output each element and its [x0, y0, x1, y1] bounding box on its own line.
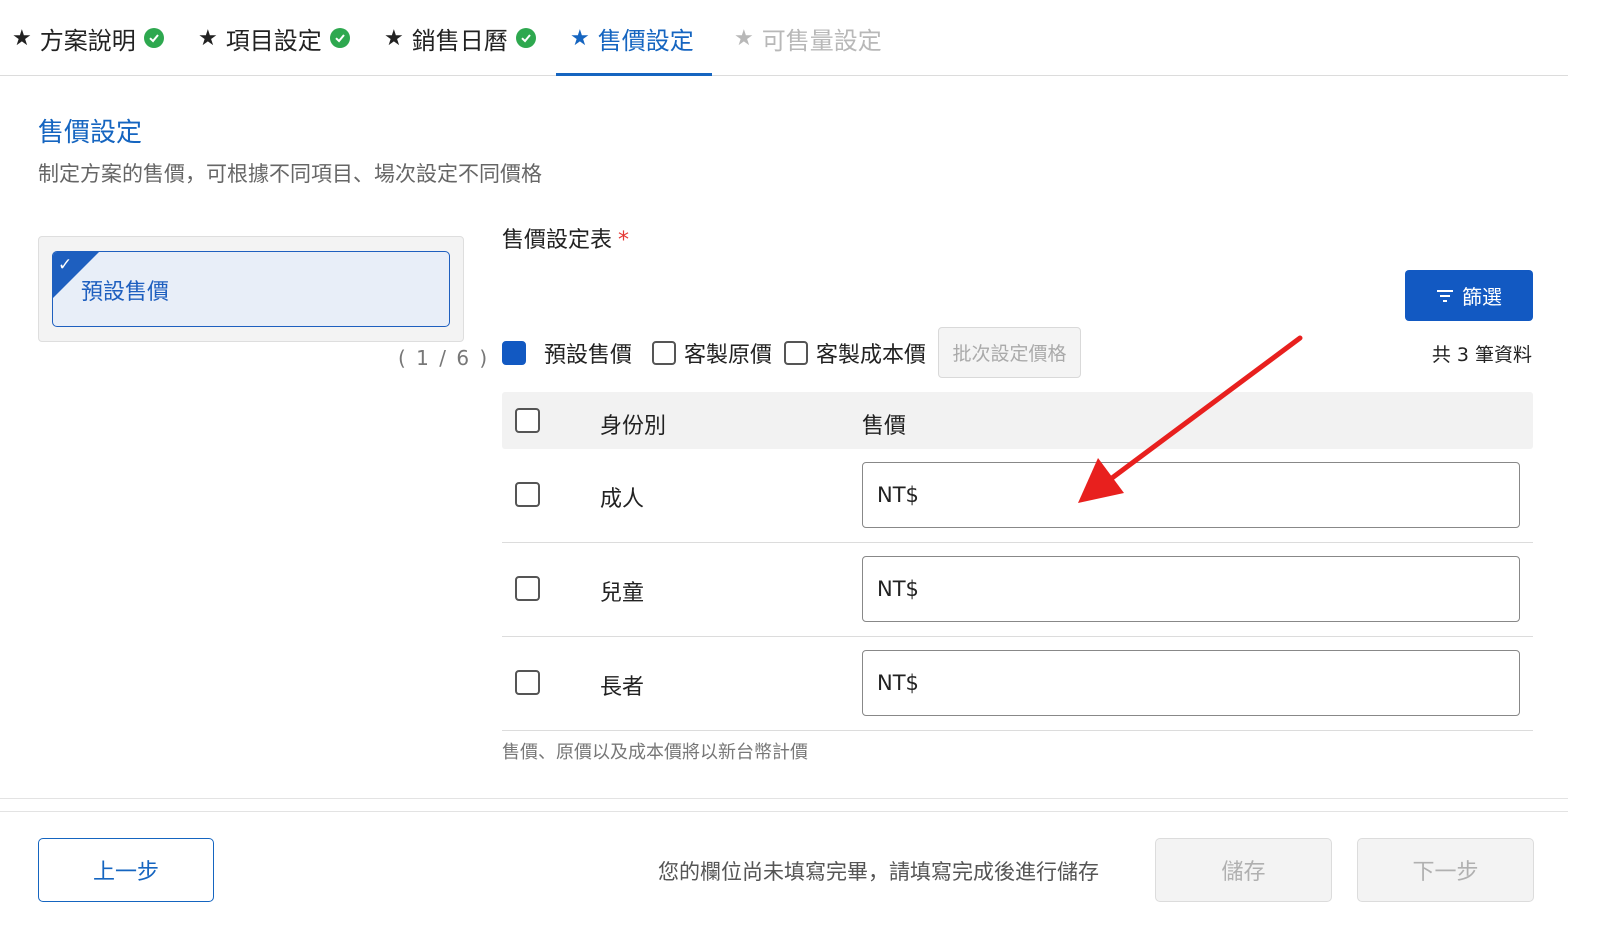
check-circle-icon	[143, 28, 164, 48]
tab-label: 方案說明	[39, 26, 136, 55]
tab-label: 銷售日曆	[411, 26, 508, 55]
table-title-text: 售價設定表	[502, 228, 613, 253]
option-label: 客製成本價	[816, 343, 927, 368]
pager-indicator: ( 1 / 6 )	[398, 346, 490, 370]
previous-step-button[interactable]: 上一步	[38, 838, 214, 902]
row-checkbox[interactable]	[515, 576, 540, 601]
table-header: 身份別 售價	[502, 392, 1533, 449]
filter-button[interactable]: 篩選	[1405, 270, 1533, 321]
star-icon: ★	[734, 25, 754, 51]
tab-sales-calendar[interactable]: ★ 銷售日曆	[384, 0, 536, 76]
option-label: 預設售價	[544, 343, 633, 368]
tab-label: 售價設定	[597, 26, 694, 55]
page-title: 售價設定	[38, 118, 143, 148]
check-circle-icon	[329, 28, 350, 48]
table-title: 售價設定表 *	[502, 222, 629, 254]
star-icon: ★	[570, 25, 590, 51]
required-mark: *	[618, 228, 630, 253]
price-input[interactable]: NT$	[862, 650, 1520, 716]
tab-plan-description[interactable]: ★ 方案說明	[12, 0, 164, 76]
active-tab-underline	[556, 73, 712, 76]
header-price: 售價	[862, 414, 907, 439]
table-row: 長者 NT$	[502, 637, 1533, 731]
checkbox[interactable]	[784, 341, 808, 365]
record-count: 共 3 筆資料	[1431, 344, 1532, 366]
tab-label: 可售量設定	[761, 26, 882, 55]
star-icon: ★	[198, 25, 218, 51]
plan-card-default-price[interactable]: ✓ 預設售價	[52, 251, 450, 327]
price-input[interactable]: NT$	[862, 462, 1520, 528]
batch-set-price-button: 批次設定價格	[938, 327, 1081, 378]
table-row: 成人 NT$	[502, 449, 1533, 543]
next-step-button: 下一步	[1357, 838, 1534, 902]
row-checkbox[interactable]	[515, 670, 540, 695]
star-icon: ★	[12, 25, 32, 51]
currency-note: 售價、原價以及成本價將以新台幣計價	[502, 742, 808, 763]
select-all-checkbox[interactable]	[515, 408, 540, 433]
star-icon: ★	[384, 25, 404, 51]
price-input[interactable]: NT$	[862, 556, 1520, 622]
option-default-price[interactable]: 預設售價	[502, 334, 632, 372]
price-plan-list: ✓ 預設售價	[38, 236, 464, 342]
option-custom-cost-price[interactable]: 客製成本價	[784, 334, 926, 372]
currency-prefix: NT$	[877, 577, 919, 601]
currency-prefix: NT$	[877, 671, 919, 695]
header-identity: 身份別	[600, 414, 667, 439]
incomplete-hint: 您的欄位尚未填寫完畢，請填寫完成後進行儲存	[658, 860, 1099, 884]
currency-prefix: NT$	[877, 483, 919, 507]
table-row: 兒童 NT$	[502, 543, 1533, 637]
filter-icon	[1437, 289, 1453, 302]
tab-label: 項目設定	[225, 26, 322, 55]
row-checkbox[interactable]	[515, 482, 540, 507]
check-icon: ✓	[58, 255, 73, 275]
footer-divider	[0, 798, 1568, 812]
checkbox-checked[interactable]	[502, 341, 526, 365]
page-description: 制定方案的售價，可根據不同項目、場次設定不同價格	[38, 162, 542, 186]
tab-price-settings[interactable]: ★ 售價設定	[556, 0, 712, 76]
option-custom-original-price[interactable]: 客製原價	[652, 334, 772, 372]
plan-card-label: 預設售價	[81, 280, 170, 305]
tab-quantity-settings: ★ 可售量設定	[734, 0, 882, 76]
check-circle-icon	[515, 28, 536, 48]
checkbox[interactable]	[652, 341, 676, 365]
row-identity: 兒童	[600, 581, 645, 606]
step-tabs: ★ 方案說明 ★ 項目設定 ★ 銷售日曆 ★ 售價設定 ★ 可售量設定	[0, 0, 1568, 76]
tab-item-settings[interactable]: ★ 項目設定	[198, 0, 350, 76]
save-button: 儲存	[1155, 838, 1332, 902]
option-label: 客製原價	[684, 343, 773, 368]
filter-label: 篩選	[1462, 285, 1502, 309]
row-identity: 長者	[600, 675, 645, 700]
row-identity: 成人	[600, 487, 645, 512]
